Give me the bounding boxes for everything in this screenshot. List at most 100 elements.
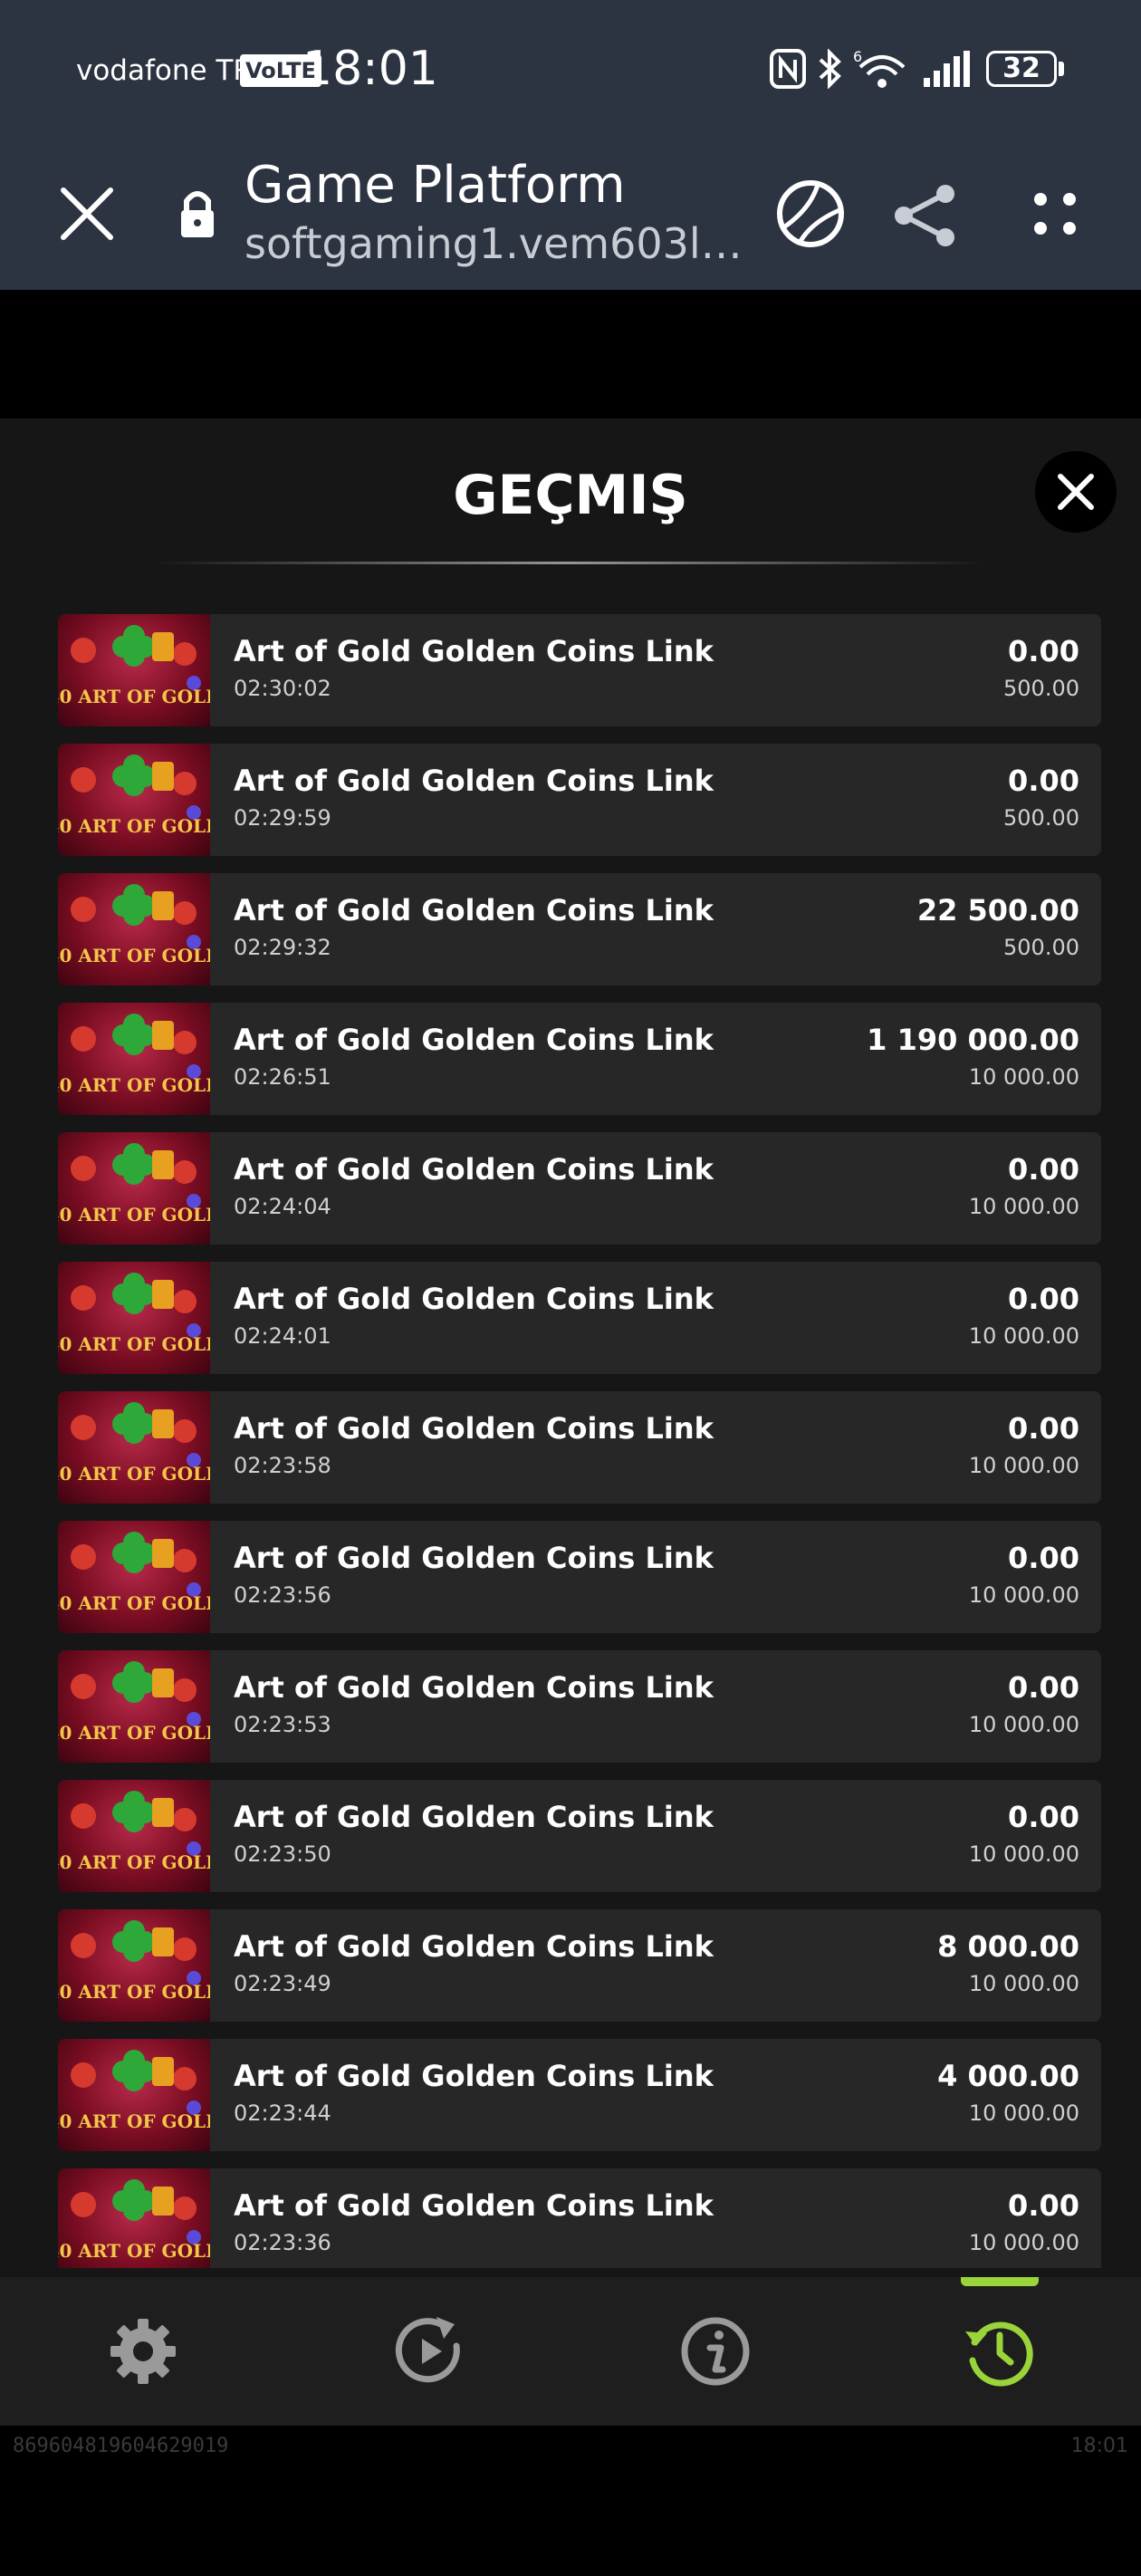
share-icon[interactable] bbox=[880, 168, 971, 259]
game-name: Art of Gold Golden Coins Link bbox=[234, 1152, 714, 1187]
history-row[interactable]: 40 ART OF GOLD Art of Gold Golden Coins L… bbox=[58, 1521, 1101, 1633]
browser-chrome: vodafone TR VoLTE 18:01 6 32 Game Platfo… bbox=[0, 0, 1141, 290]
game-logo-text: 40 ART OF GOLD bbox=[58, 1851, 210, 1873]
game-toolbar bbox=[0, 2277, 1141, 2426]
bet-amount: 10 000.00 bbox=[968, 2230, 1079, 2255]
game-thumbnail: 40 ART OF GOLD bbox=[58, 1132, 210, 1245]
win-amount: 1 190 000.00 bbox=[867, 1023, 1079, 1057]
win-amount: 0.00 bbox=[1008, 634, 1079, 668]
game-name: Art of Gold Golden Coins Link bbox=[234, 1023, 714, 1057]
page-title: Game Platform bbox=[244, 156, 626, 215]
active-tab-indicator bbox=[961, 2277, 1039, 2286]
autoplay-button[interactable] bbox=[384, 2306, 475, 2397]
nfc-icon bbox=[770, 49, 806, 92]
game-name: Art of Gold Golden Coins Link bbox=[234, 1929, 714, 1964]
game-name: Art of Gold Golden Coins Link bbox=[234, 893, 714, 928]
game-thumbnail: 40 ART OF GOLD bbox=[58, 1521, 210, 1633]
close-icon[interactable] bbox=[42, 168, 132, 259]
bet-amount: 500.00 bbox=[1003, 805, 1079, 831]
win-amount: 0.00 bbox=[1008, 1800, 1079, 1834]
round-time: 02:30:02 bbox=[234, 676, 331, 701]
win-amount: 0.00 bbox=[1008, 2188, 1079, 2223]
history-row[interactable]: 40 ART OF GOLD Art of Gold Golden Coins L… bbox=[58, 744, 1101, 856]
lock-icon bbox=[152, 168, 243, 259]
info-button[interactable] bbox=[670, 2306, 761, 2397]
win-amount: 0.00 bbox=[1008, 764, 1079, 798]
bet-amount: 10 000.00 bbox=[968, 1453, 1079, 1478]
history-row[interactable]: 40 ART OF GOLD Art of Gold Golden Coins L… bbox=[58, 1909, 1101, 2022]
round-time: 02:23:44 bbox=[234, 2100, 331, 2126]
round-time: 02:24:01 bbox=[234, 1323, 331, 1349]
history-row[interactable]: 40 ART OF GOLD Art of Gold Golden Coins L… bbox=[58, 1262, 1101, 1374]
game-logo-text: 40 ART OF GOLD bbox=[58, 945, 210, 966]
status-bar: vodafone TR VoLTE 18:01 6 32 bbox=[0, 0, 1141, 136]
game-logo-text: 40 ART OF GOLD bbox=[58, 1981, 210, 2003]
game-logo-text: 40 ART OF GOLD bbox=[58, 2240, 210, 2262]
globe-icon[interactable] bbox=[765, 168, 856, 259]
history-row[interactable]: 40 ART OF GOLD Art of Gold Golden Coins L… bbox=[58, 1132, 1101, 1245]
history-button[interactable] bbox=[954, 2306, 1045, 2397]
game-logo-text: 40 ART OF GOLD bbox=[58, 815, 210, 837]
game-name: Art of Gold Golden Coins Link bbox=[234, 764, 714, 798]
title-divider bbox=[154, 562, 987, 564]
game-thumbnail: 40 ART OF GOLD bbox=[58, 1650, 210, 1763]
history-row[interactable]: 40 ART OF GOLD Art of Gold Golden Coins L… bbox=[58, 1391, 1101, 1504]
info-icon bbox=[681, 2317, 750, 2386]
bet-amount: 10 000.00 bbox=[968, 1194, 1079, 1219]
game-logo-text: 40 ART OF GOLD bbox=[58, 1463, 210, 1485]
game-name: Art of Gold Golden Coins Link bbox=[234, 2059, 714, 2093]
history-row[interactable]: 40 ART OF GOLD Art of Gold Golden Coins L… bbox=[58, 873, 1101, 985]
game-name: Art of Gold Golden Coins Link bbox=[234, 634, 714, 668]
session-id: 869604819604629019 bbox=[13, 2435, 229, 2457]
game-thumbnail: 40 ART OF GOLD bbox=[58, 744, 210, 856]
battery-icon: 32 bbox=[986, 51, 1057, 87]
panel-title: GEÇMIŞ bbox=[453, 464, 688, 527]
history-list[interactable]: 40 ART OF GOLD Art of Gold Golden Coins L… bbox=[58, 614, 1101, 2268]
game-name: Art of Gold Golden Coins Link bbox=[234, 1411, 714, 1446]
game-logo-text: 40 ART OF GOLD bbox=[58, 686, 210, 707]
status-time: 18:01 bbox=[302, 42, 438, 96]
settings-button[interactable] bbox=[98, 2306, 188, 2397]
game-logo-text: 40 ART OF GOLD bbox=[58, 1722, 210, 1744]
history-row[interactable]: 40 ART OF GOLD Art of Gold Golden Coins L… bbox=[58, 1780, 1101, 1892]
bet-amount: 10 000.00 bbox=[968, 1323, 1079, 1349]
game-thumbnail: 40 ART OF GOLD bbox=[58, 2039, 210, 2151]
win-amount: 0.00 bbox=[1008, 1411, 1079, 1446]
round-time: 02:24:04 bbox=[234, 1194, 331, 1219]
signal-icon bbox=[922, 49, 973, 92]
round-time: 02:23:36 bbox=[234, 2230, 331, 2255]
history-row[interactable]: 40 ART OF GOLD Art of Gold Golden Coins L… bbox=[58, 614, 1101, 726]
carrier-label: vodafone TR bbox=[76, 54, 253, 87]
history-row[interactable]: 40 ART OF GOLD Art of Gold Golden Coins L… bbox=[58, 1003, 1101, 1115]
history-row[interactable]: 40 ART OF GOLD Art of Gold Golden Coins L… bbox=[58, 1650, 1101, 1763]
autoplay-icon bbox=[395, 2317, 460, 2383]
wifi-icon: 6 bbox=[853, 48, 907, 92]
game-logo-text: 40 ART OF GOLD bbox=[58, 1333, 210, 1355]
svg-text:6: 6 bbox=[853, 49, 862, 65]
bet-amount: 10 000.00 bbox=[968, 1582, 1079, 1608]
bet-amount: 10 000.00 bbox=[968, 2100, 1079, 2126]
round-time: 02:29:59 bbox=[234, 805, 331, 831]
game-name: Art of Gold Golden Coins Link bbox=[234, 1800, 714, 1834]
game-logo-text: 40 ART OF GOLD bbox=[58, 2110, 210, 2132]
bluetooth-icon bbox=[817, 48, 844, 92]
game-name: Art of Gold Golden Coins Link bbox=[234, 2188, 714, 2223]
page-url[interactable]: softgaming1.vem603lar.... bbox=[244, 219, 752, 274]
round-time: 02:26:51 bbox=[234, 1064, 331, 1090]
history-row[interactable]: 40 ART OF GOLD Art of Gold Golden Coins L… bbox=[58, 2039, 1101, 2151]
footer: 869604819604629019 18:01 bbox=[0, 2426, 1141, 2576]
win-amount: 0.00 bbox=[1008, 1152, 1079, 1187]
history-row[interactable]: 40 ART OF GOLD Art of Gold Golden Coins L… bbox=[58, 2168, 1101, 2268]
win-amount: 0.00 bbox=[1008, 1541, 1079, 1575]
round-time: 02:23:49 bbox=[234, 1971, 331, 1996]
footer-time: 18:01 bbox=[1070, 2435, 1128, 2457]
panel-close-button[interactable] bbox=[1035, 451, 1117, 533]
game-name: Art of Gold Golden Coins Link bbox=[234, 1282, 714, 1316]
round-time: 02:23:56 bbox=[234, 1582, 331, 1608]
more-icon[interactable] bbox=[1010, 168, 1100, 259]
history-icon bbox=[965, 2321, 1033, 2387]
game-thumbnail: 40 ART OF GOLD bbox=[58, 1780, 210, 1892]
round-time: 02:23:50 bbox=[234, 1841, 331, 1867]
game-thumbnail: 40 ART OF GOLD bbox=[58, 873, 210, 985]
win-amount: 22 500.00 bbox=[916, 893, 1079, 928]
